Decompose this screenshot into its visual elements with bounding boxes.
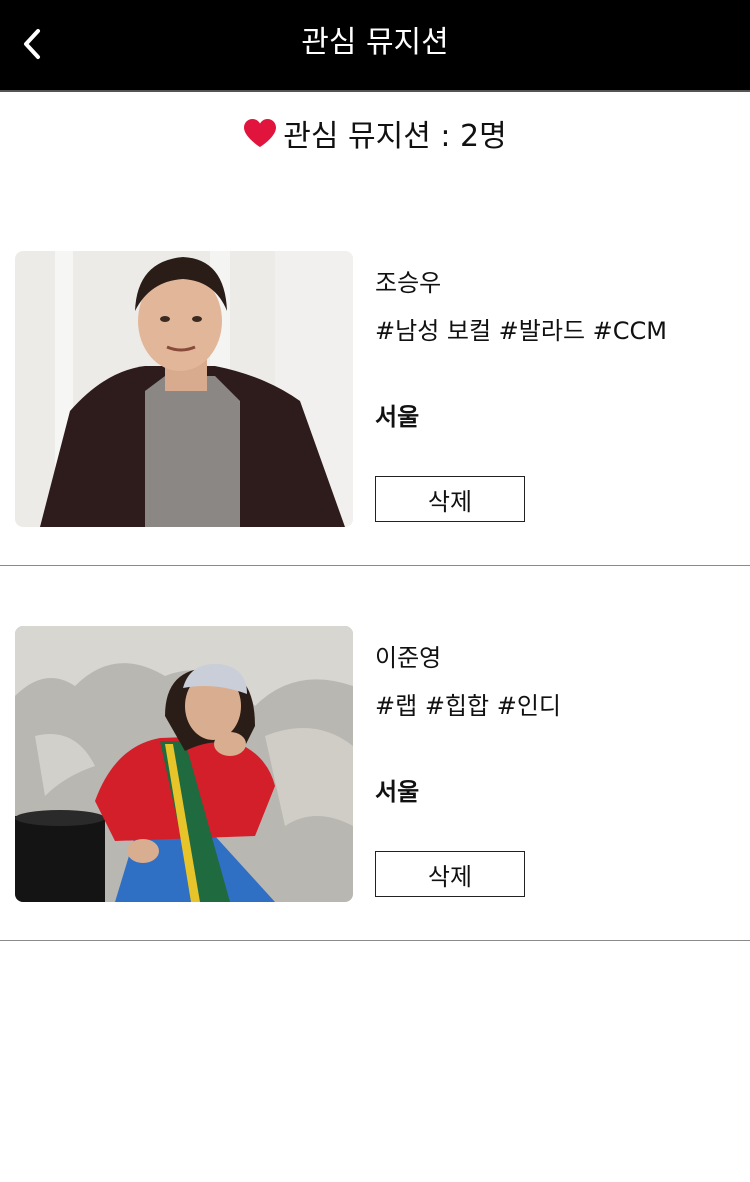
musician-region: 서울 xyxy=(375,778,420,806)
favorite-count-label: 관심 뮤지션 : 2명 xyxy=(283,119,507,154)
favorite-count-summary: 관심 뮤지션 : 2명 xyxy=(0,108,750,158)
musician-tags: #랩 #힙합 #인디 xyxy=(375,692,561,720)
musician-card: 이준영 #랩 #힙합 #인디 서울 삭제 xyxy=(0,626,750,941)
app-header: 관심 뮤지션 xyxy=(0,0,750,92)
musician-photo xyxy=(15,626,353,902)
page-title: 관심 뮤지션 xyxy=(301,25,449,60)
delete-button[interactable]: 삭제 xyxy=(375,851,525,897)
delete-button[interactable]: 삭제 xyxy=(375,476,525,522)
musician-photo xyxy=(15,251,353,527)
musician-name: 조승우 xyxy=(375,269,442,297)
musician-region: 서울 xyxy=(375,403,420,431)
musician-name: 이준영 xyxy=(375,644,442,672)
musician-tags: #남성 보컬 #발라드 #CCM xyxy=(375,317,667,345)
heart-icon xyxy=(244,119,277,147)
musician-card: 조승우 #남성 보컬 #발라드 #CCM 서울 삭제 xyxy=(0,251,750,566)
